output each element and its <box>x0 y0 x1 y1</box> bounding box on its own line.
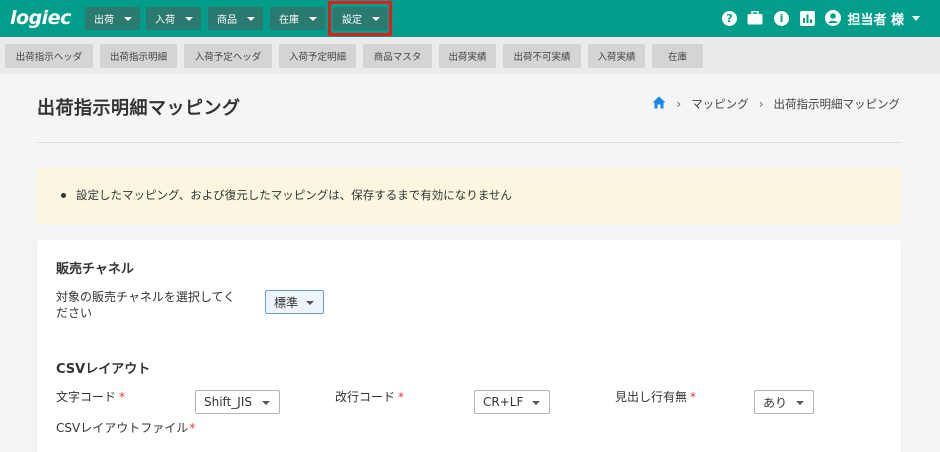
nav-receiving-label: 入荷 <box>155 15 175 26</box>
required-mark: * <box>690 390 697 404</box>
charset-label: 文字コード * <box>56 389 125 405</box>
charset-select[interactable]: Shift_JIS <box>195 390 280 414</box>
nav-shipping[interactable]: 出荷 <box>85 7 140 30</box>
csv-layout-file-label: CSVレイアウトファイル* <box>56 420 195 436</box>
tab-receiving-plan-detail[interactable]: 入荷予定明細 <box>279 44 356 68</box>
newline-select[interactable]: CR+LF <box>474 390 550 414</box>
page-title: 出荷指示明細マッピング <box>37 98 241 119</box>
bullet-icon <box>61 192 66 198</box>
tab-shipping-instruction-header[interactable]: 出荷指示ヘッダ <box>5 44 93 68</box>
tab-shipping-results[interactable]: 出荷実績 <box>439 44 496 68</box>
notice-banner: 設定したマッピング、および復元したマッピングは、保存するまで有効になりません <box>37 167 901 225</box>
chevron-down-icon <box>124 16 132 21</box>
newline-value: CR+LF <box>483 395 524 409</box>
mapping-settings-card: 販売チャネル 対象の販売チャネルを選択してく ださい 標準 CSVレイアウト 文… <box>37 240 901 452</box>
sales-channel-value: 標準 <box>274 295 299 310</box>
breadcrumb: › マッピング › 出荷指示明細マッピング <box>652 96 900 112</box>
required-mark: * <box>398 390 405 404</box>
breadcrumb-current: 出荷指示明細マッピング <box>773 97 901 111</box>
dropdown-caret-icon <box>796 401 804 405</box>
chart-icon[interactable] <box>799 10 815 26</box>
tab-unshippable-results[interactable]: 出荷不可実績 <box>503 44 581 68</box>
breadcrumb-mapping[interactable]: マッピング <box>691 96 749 112</box>
notice-item: 設定したマッピング、および復元したマッピングは、保存するまで有効になりません <box>61 187 512 203</box>
tab-shipping-instruction-detail[interactable]: 出荷指示明細 <box>100 44 177 68</box>
nav-shipping-label: 出荷 <box>94 15 114 26</box>
tab-receiving-plan-header[interactable]: 入荷予定ヘッダ <box>184 44 272 68</box>
chevron-down-icon <box>247 16 255 21</box>
nav-products[interactable]: 商品 <box>208 7 263 30</box>
sales-channel-title: 販売チャネル <box>56 262 134 277</box>
newline-label-text: 改行コード <box>335 390 396 404</box>
sales-channel-label-line1: 対象の販売チャネルを選択してく <box>56 290 236 304</box>
charset-value: Shift_JIS <box>204 395 252 409</box>
logo[interactable]: logiec <box>10 7 71 29</box>
newline-label: 改行コード * <box>335 389 404 405</box>
header-row-label: 見出し行有無 * <box>615 389 696 405</box>
notice-text: 設定したマッピング、および復元したマッピングは、保存するまで有効になりません <box>76 188 512 202</box>
sales-channel-label-line2: ださい <box>56 306 93 320</box>
csv-layout-title: CSVレイアウト <box>56 362 151 377</box>
chevron-down-icon <box>185 16 193 21</box>
tab-inventory[interactable]: 在庫 <box>652 44 703 68</box>
home-icon[interactable] <box>652 96 666 112</box>
tab-product-master[interactable]: 商品マスタ <box>363 44 432 68</box>
nav-products-label: 商品 <box>217 15 237 26</box>
breadcrumb-separator-icon: › <box>758 97 764 111</box>
dropdown-caret-icon <box>532 401 540 405</box>
nav-inventory-label: 在庫 <box>279 15 299 26</box>
nav-inventory[interactable]: 在庫 <box>270 7 325 30</box>
info-icon[interactable]: i <box>773 10 789 26</box>
help-icon[interactable]: ? <box>721 10 737 26</box>
settings-highlight-box <box>328 1 392 36</box>
user-name[interactable]: 担当者 様 <box>847 9 904 28</box>
sales-channel-select[interactable]: 標準 <box>265 290 324 314</box>
user-account-icon[interactable] <box>825 10 842 26</box>
sales-channel-label: 対象の販売チャネルを選択してく ださい <box>56 289 256 321</box>
top-nav-bar: logiec 出荷 入荷 商品 在庫 設定 ? i 担当者 様 <box>0 0 940 37</box>
breadcrumb-separator-icon: › <box>676 97 682 111</box>
required-mark: * <box>189 421 196 435</box>
title-divider <box>37 142 901 143</box>
csv-layout-file-label-text: CSVレイアウトファイル <box>56 421 189 435</box>
tab-receiving-results[interactable]: 入荷実績 <box>588 44 645 68</box>
header-row-label-text: 見出し行有無 <box>615 390 688 404</box>
dropdown-caret-icon <box>306 301 314 305</box>
dropdown-caret-icon <box>262 401 270 405</box>
charset-label-text: 文字コード <box>56 390 117 404</box>
header-row-value: あり <box>763 395 788 410</box>
header-row-select[interactable]: あり <box>754 390 814 414</box>
required-mark: * <box>119 390 126 404</box>
nav-receiving[interactable]: 入荷 <box>146 7 201 30</box>
header-right-icons: ? i 担当者 様 <box>721 8 920 28</box>
chevron-down-icon <box>309 16 317 21</box>
briefcase-icon[interactable] <box>747 10 763 26</box>
chevron-down-icon[interactable] <box>912 15 920 21</box>
mapping-tab-row: 出荷指示ヘッダ 出荷指示明細 入荷予定ヘッダ 入荷予定明細 商品マスタ 出荷実績… <box>0 37 940 74</box>
